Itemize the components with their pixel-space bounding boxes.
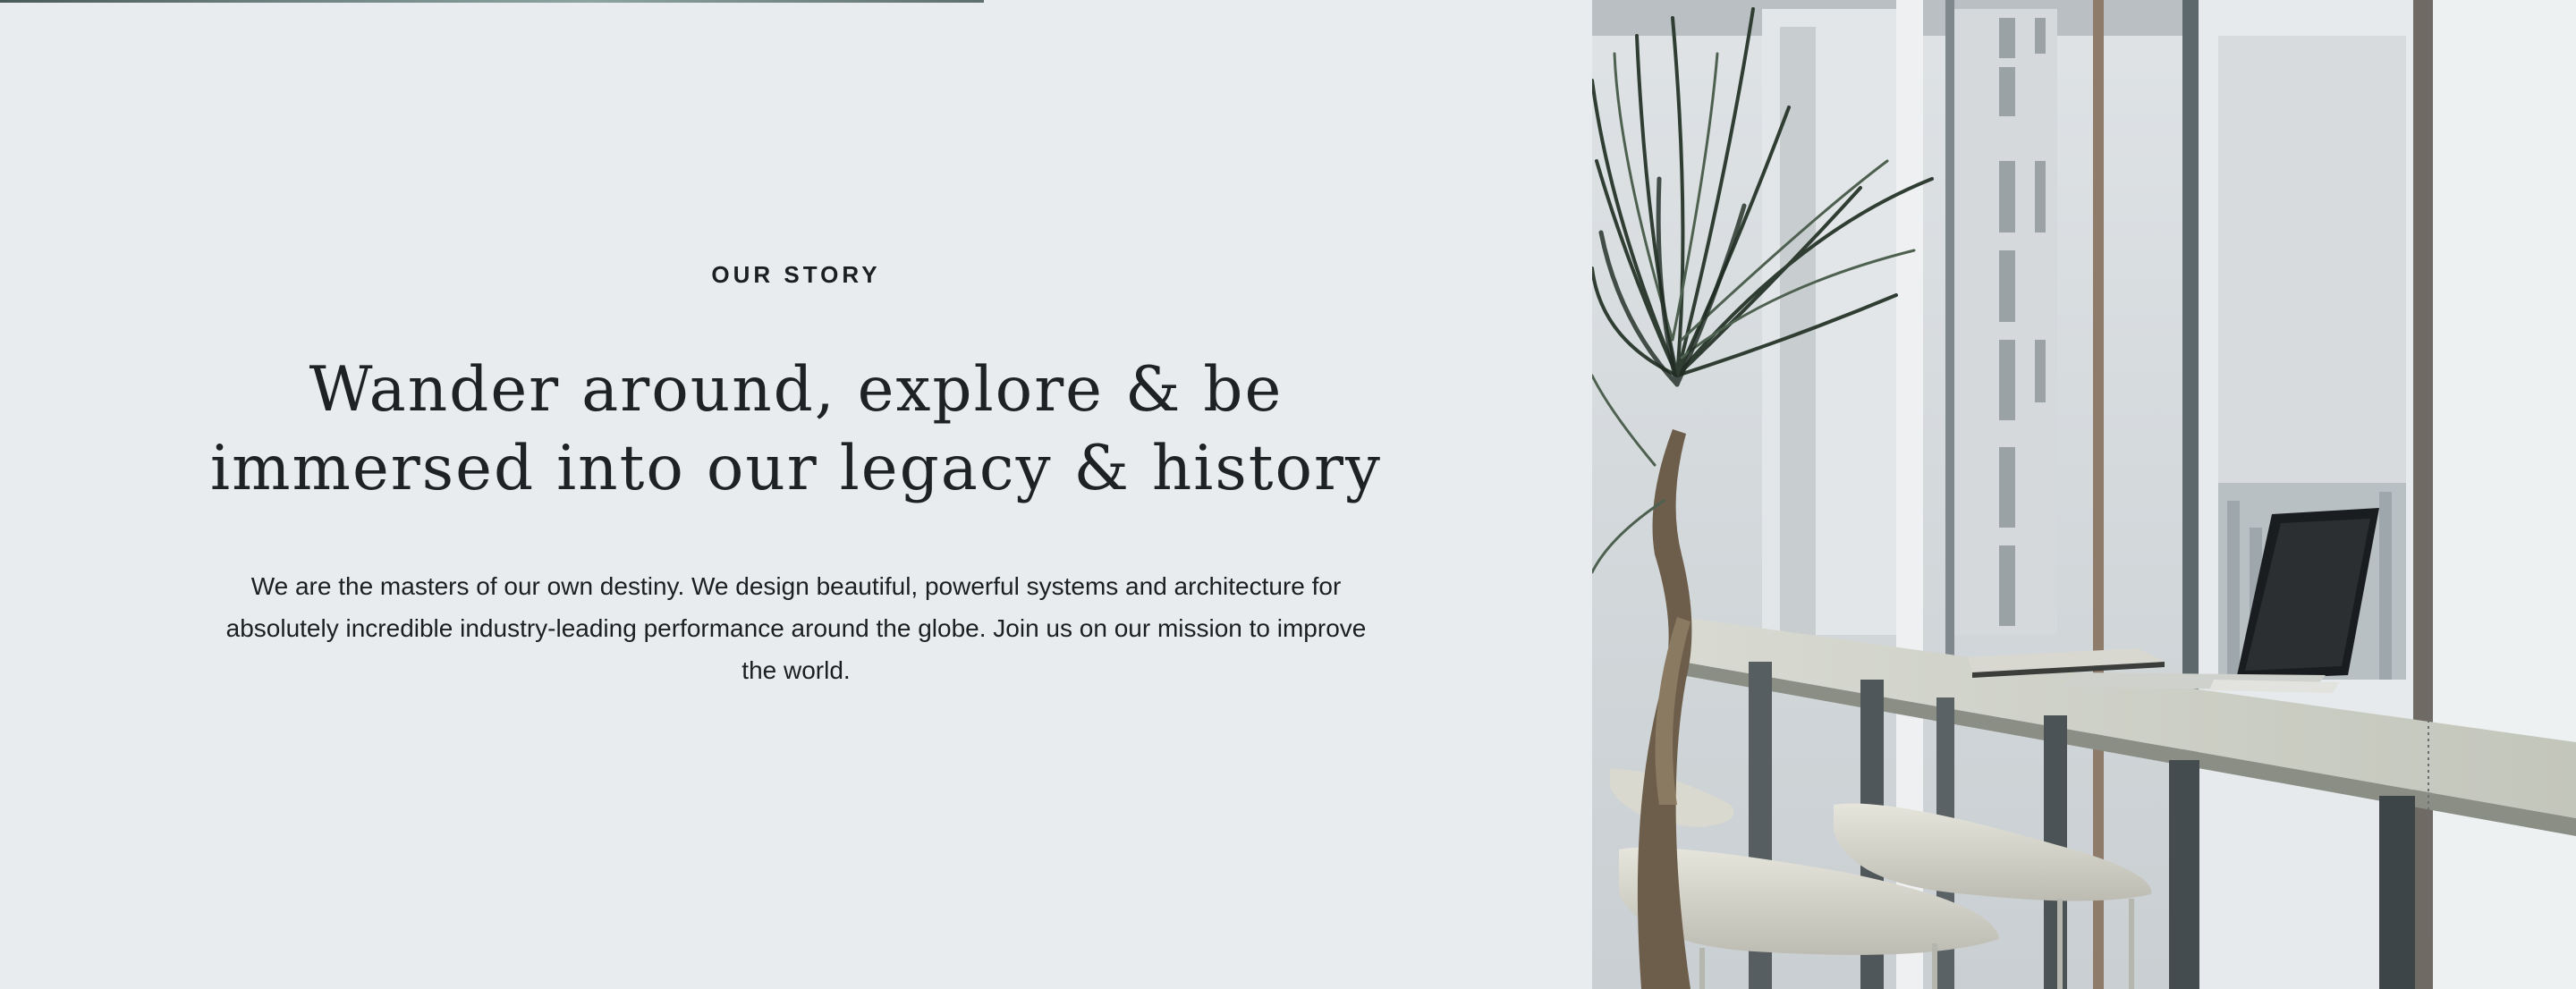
office-photo xyxy=(1592,0,2576,989)
section-body: We are the masters of our own destiny. W… xyxy=(225,572,1367,684)
section-eyebrow: OUR STORY xyxy=(711,261,881,288)
story-text-panel: OUR STORY Wander around, explore & be im… xyxy=(0,0,1592,989)
headline-line-1: Wander around, explore & be xyxy=(309,354,1284,426)
section-headline: Wander around, explore & be immersed int… xyxy=(0,351,1592,508)
office-photo-icon xyxy=(1592,0,2576,989)
story-section: OUR STORY Wander around, explore & be im… xyxy=(0,0,2576,989)
headline-line-2: immersed into our legacy & history xyxy=(210,433,1382,504)
